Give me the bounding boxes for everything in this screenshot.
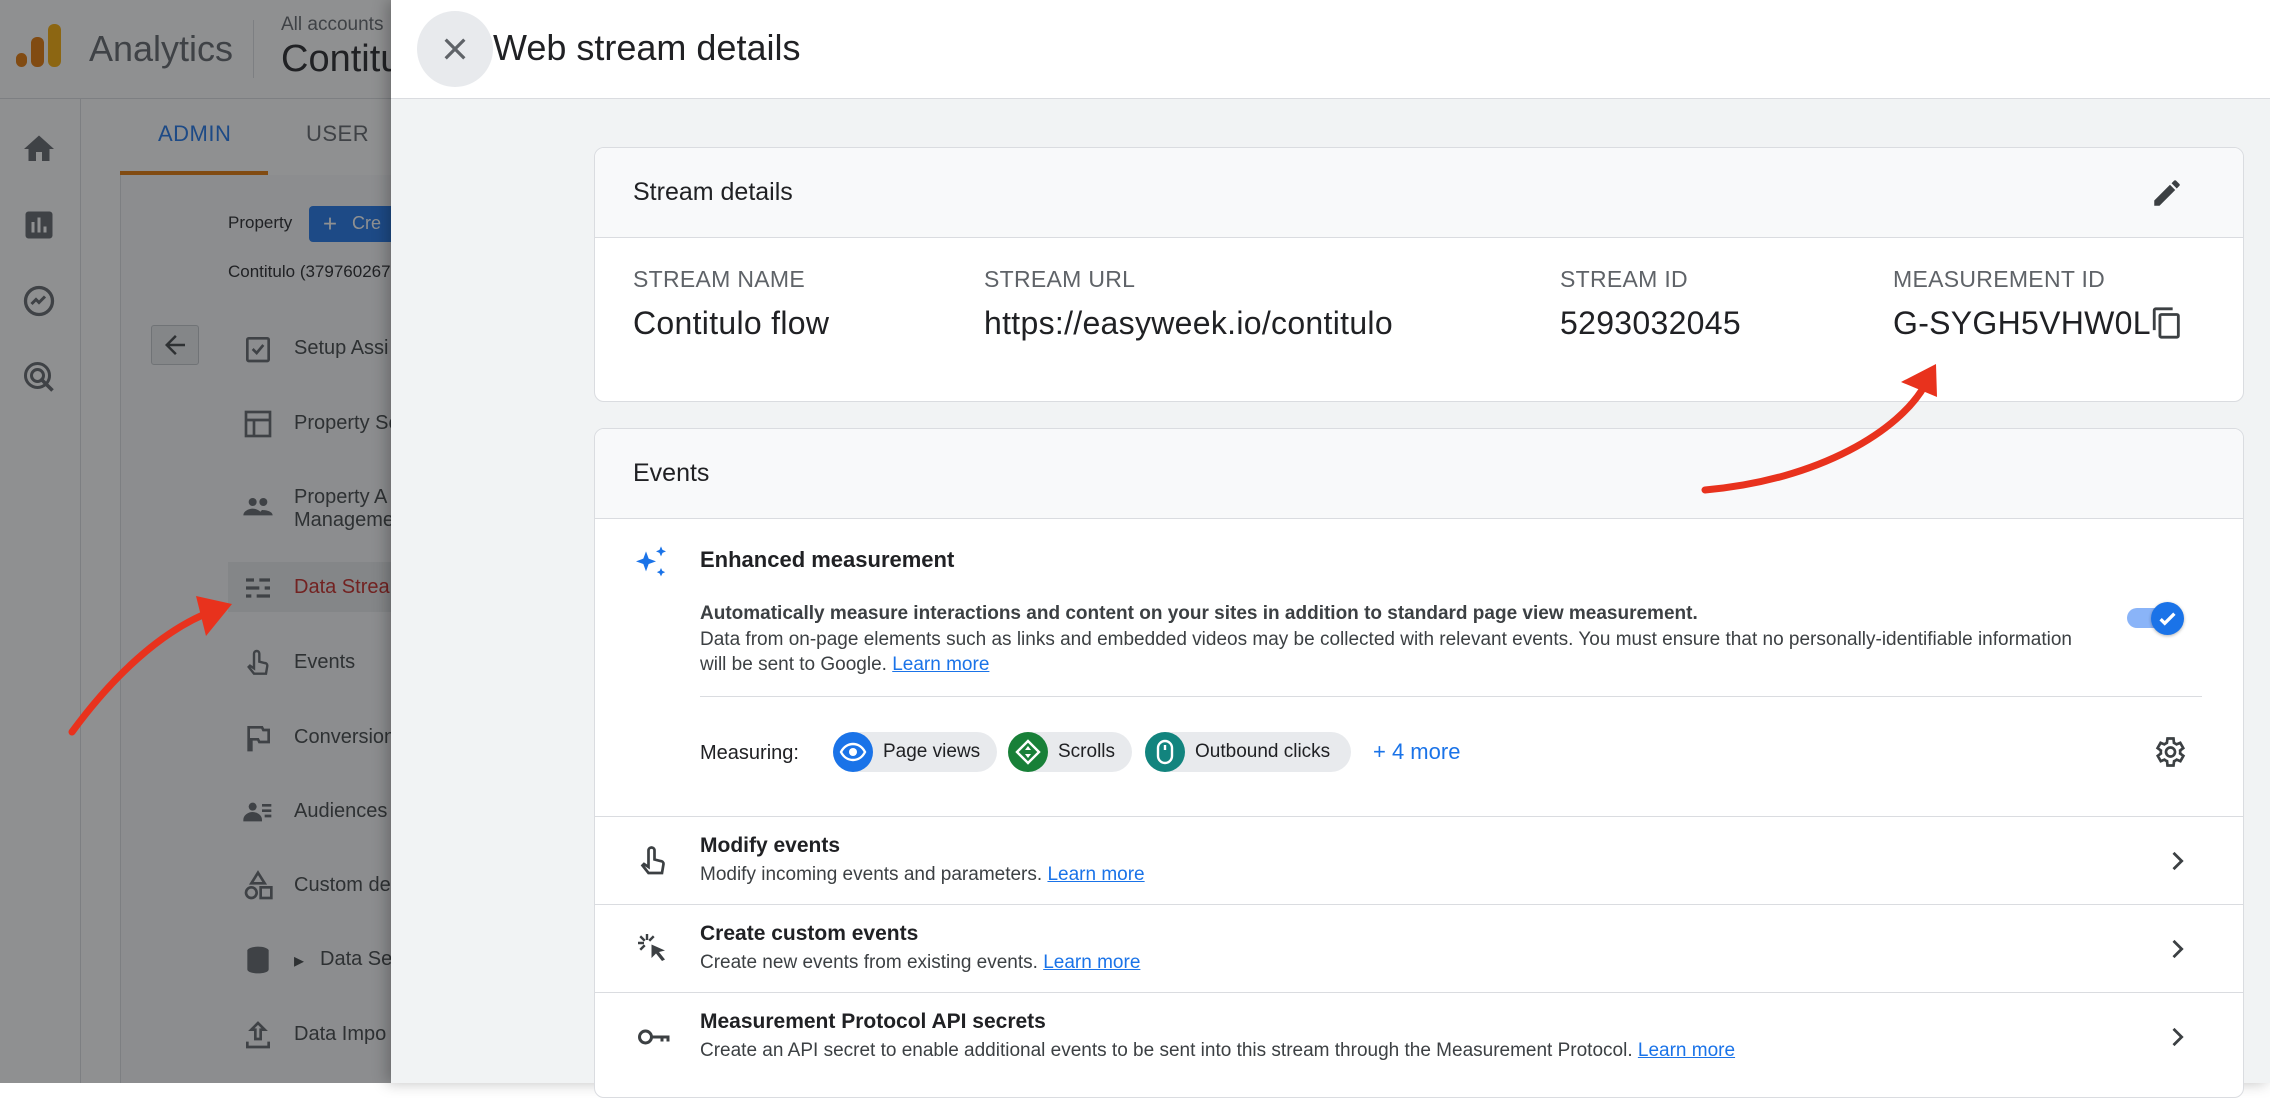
stream-url-value: https://easyweek.io/contitulo xyxy=(984,305,1393,341)
gear-icon[interactable] xyxy=(2151,734,2187,770)
events-card: Events Enhanced measurement Automaticall… xyxy=(594,428,2244,1098)
field-label: STREAM NAME xyxy=(633,266,805,292)
web-stream-details-drawer: Web stream details Stream details STREAM… xyxy=(391,0,2270,1098)
drawer-header: Web stream details xyxy=(391,0,2270,99)
stream-url-field: STREAM URL https://easyweek.io/contitulo xyxy=(984,266,1393,342)
row-description: Create an API secret to enable additiona… xyxy=(700,1040,1735,1062)
key-icon xyxy=(638,1029,670,1045)
card-header: Stream details xyxy=(595,148,2243,238)
mouse-icon xyxy=(1145,732,1185,772)
chevron-right-icon xyxy=(2172,1027,2184,1047)
card-title: Stream details xyxy=(633,178,793,206)
learn-more-link[interactable]: Learn more xyxy=(1047,864,1144,885)
chip-label: Outbound clicks xyxy=(1195,741,1331,762)
row-title: Modify events xyxy=(700,834,841,857)
row-description: Create new events from existing events. … xyxy=(700,952,1140,974)
close-button[interactable] xyxy=(417,11,493,87)
edit-icon[interactable] xyxy=(2150,176,2184,210)
field-label: STREAM URL xyxy=(984,266,1136,292)
close-icon xyxy=(444,38,466,60)
row-description: Modify incoming events and parameters. L… xyxy=(700,864,1145,886)
measurement-id-value[interactable]: G-SYGH5VHW0L xyxy=(1893,305,2151,342)
chevron-right-icon xyxy=(2172,851,2184,871)
cursor-click-icon xyxy=(638,934,665,961)
stream-name-value: Contitulo flow xyxy=(633,305,830,341)
measurement-id-field: MEASUREMENT ID G-SYGH5VHW0L xyxy=(1893,266,2151,342)
stream-details-card: Stream details STREAM NAME Contitulo flo… xyxy=(594,147,2244,402)
chip-page-views[interactable]: Page views xyxy=(833,732,997,772)
sparkle-icon xyxy=(636,546,666,577)
field-label: STREAM ID xyxy=(1560,266,1688,292)
scroll-icon xyxy=(1008,732,1048,772)
chip-label: Page views xyxy=(883,741,981,762)
row-description-text: Create new events from existing events. xyxy=(700,952,1038,973)
create-custom-events-row[interactable]: Create custom events Create new events f… xyxy=(595,904,2243,992)
learn-more-link[interactable]: Learn more xyxy=(892,654,989,675)
field-label: MEASUREMENT ID xyxy=(1893,266,2106,292)
enhanced-measurement-title: Enhanced measurement xyxy=(700,547,955,572)
learn-more-link[interactable]: Learn more xyxy=(1043,952,1140,973)
learn-more-link[interactable]: Learn more xyxy=(1638,1040,1735,1061)
enhanced-measurement-toggle[interactable] xyxy=(2125,599,2185,635)
measuring-label: Measuring: xyxy=(700,742,799,764)
chip-label: Scrolls xyxy=(1058,741,1116,762)
stream-name-field: STREAM NAME Contitulo flow xyxy=(633,266,829,342)
chip-outbound-clicks[interactable]: Outbound clicks xyxy=(1145,732,1351,772)
card-title: Events xyxy=(633,459,710,487)
row-title: Create custom events xyxy=(700,922,919,945)
measurement-protocol-secrets-row[interactable]: Measurement Protocol API secrets Create … xyxy=(595,992,2243,1080)
chevron-right-icon xyxy=(2172,939,2184,959)
more-measurements-link[interactable]: + 4 more xyxy=(1373,739,1460,765)
divider xyxy=(700,696,2202,697)
toggle-thumb xyxy=(2151,602,2184,635)
row-title: Measurement Protocol API secrets xyxy=(700,1010,1046,1033)
enhanced-measurement-description: Automatically measure interactions and c… xyxy=(700,603,1698,624)
modify-events-row[interactable]: Modify events Modify incoming events and… xyxy=(595,816,2243,904)
drawer-title: Web stream details xyxy=(493,27,801,68)
chip-scrolls[interactable]: Scrolls xyxy=(1008,732,1132,772)
eye-icon xyxy=(833,732,873,772)
stream-id-field: STREAM ID 5293032045 xyxy=(1560,266,1741,342)
enhanced-measurement-note: Data from on-page elements such as links… xyxy=(700,627,2080,677)
card-header: Events xyxy=(595,429,2243,519)
copy-icon[interactable] xyxy=(2150,304,2184,342)
row-description-text: Modify incoming events and parameters. xyxy=(700,864,1043,885)
row-description-text: Create an API secret to enable additiona… xyxy=(700,1040,1633,1061)
check-icon xyxy=(2159,612,2176,626)
stream-id-value: 5293032045 xyxy=(1560,305,1741,341)
touch-icon xyxy=(640,846,665,875)
